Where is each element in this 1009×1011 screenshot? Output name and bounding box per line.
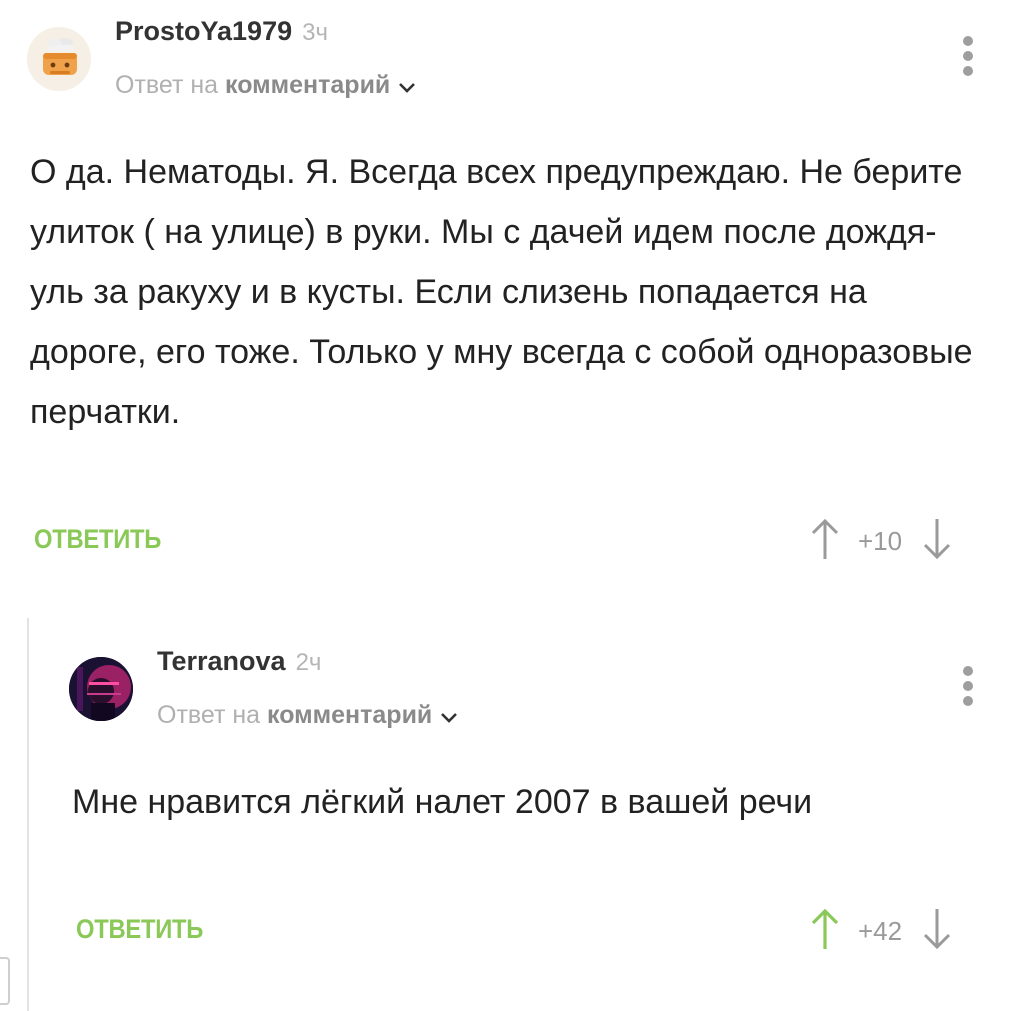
reply-to: Ответ на комментарий <box>115 71 416 101</box>
vote-score: +42 <box>858 915 903 946</box>
avatar[interactable] <box>27 27 91 91</box>
comment-text: О да. Нематоды. Я. Всегда всех предупреж… <box>30 153 973 431</box>
arrow-up-icon[interactable] <box>808 516 842 567</box>
vote-score: +10 <box>858 525 903 556</box>
author-name[interactable]: ProstoYa1979 3ч <box>115 16 328 47</box>
reply-button[interactable]: ОТВЕТИТЬ <box>76 914 203 945</box>
avatar-neon-icon <box>69 657 133 721</box>
more-vert-icon[interactable] <box>960 666 976 710</box>
reply-to-prefix: Ответ на <box>157 701 261 729</box>
arrow-down-icon[interactable] <box>920 906 954 957</box>
avatar[interactable] <box>69 657 133 721</box>
reply-button[interactable]: ОТВЕТИТЬ <box>34 524 161 555</box>
vote-control: +10 <box>808 517 954 565</box>
comment-text: Мне нравится лёгкий налет 2007 в вашей р… <box>72 783 813 821</box>
reply-to: Ответ на комментарий <box>157 701 458 731</box>
chevron-down-icon[interactable] <box>398 72 416 101</box>
avatar-cook-icon <box>27 27 91 91</box>
author-username[interactable]: ProstoYa1979 <box>115 16 292 46</box>
arrow-up-icon[interactable] <box>808 906 842 957</box>
reply-to-link[interactable]: комментарий <box>267 701 432 729</box>
comment-time: 2ч <box>295 649 322 676</box>
chevron-down-icon[interactable] <box>440 702 458 731</box>
arrow-down-icon[interactable] <box>920 516 954 567</box>
author-username[interactable]: Terranova <box>157 646 286 676</box>
more-vert-icon[interactable] <box>960 36 976 80</box>
author-name[interactable]: Terranova 2ч <box>157 646 321 677</box>
comment: ProstoYa1979 3ч Ответ на комментарий О да… <box>0 0 1009 600</box>
reply-to-link[interactable]: комментарий <box>225 71 390 99</box>
vote-control: +42 <box>808 907 954 955</box>
reply-to-prefix: Ответ на <box>115 71 219 99</box>
comment: Terranova 2ч Ответ на комментарий Мне нра… <box>0 610 1009 1011</box>
comment-time: 3ч <box>302 19 328 46</box>
